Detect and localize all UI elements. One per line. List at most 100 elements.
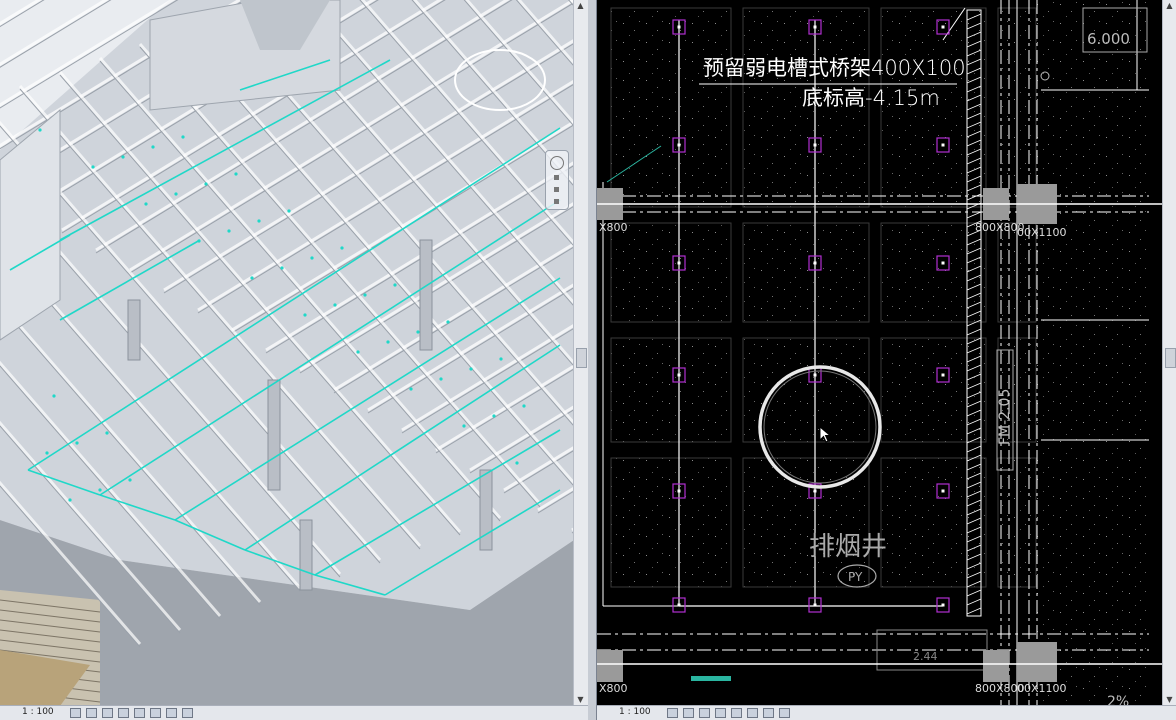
- tray-node: [522, 404, 526, 408]
- tray-node: [363, 293, 367, 297]
- scroll-up-arrow-icon[interactable]: ▲: [576, 1, 585, 11]
- scroll-down-arrow-icon[interactable]: ▼: [576, 695, 585, 705]
- right-view-control-bar: 1 : 100: [597, 705, 1176, 720]
- hide-isolate-icon[interactable]: [779, 708, 790, 718]
- lock-view-icon[interactable]: [166, 708, 177, 718]
- hanger-dot: [941, 25, 945, 29]
- zoom-icon[interactable]: [554, 187, 559, 192]
- hanger-dot: [677, 603, 681, 607]
- visual-style-icon[interactable]: [86, 708, 97, 718]
- shadows-icon[interactable]: [118, 708, 129, 718]
- right-slab-panel: [1037, 0, 1149, 706]
- tray-node: [52, 394, 56, 398]
- detail-level-icon[interactable]: [70, 708, 81, 718]
- lock-view-icon[interactable]: [763, 708, 774, 718]
- tray-node: [204, 182, 208, 186]
- tray-node: [98, 488, 102, 492]
- column: [267, 379, 281, 491]
- tray-node: [409, 387, 413, 391]
- cable-tray-label[interactable]: 预留弱电槽式桥架400X100: [703, 56, 966, 80]
- steering-wheel-icon[interactable]: [550, 156, 564, 170]
- tray-node: [68, 498, 72, 502]
- elevation-label[interactable]: 底标高-4.15m: [802, 86, 940, 110]
- hanger-dot: [813, 373, 817, 377]
- hanger-dot: [941, 489, 945, 493]
- hanger-dot: [813, 603, 817, 607]
- beam-size-right[interactable]: 00X1100: [1017, 226, 1067, 239]
- show-crop-icon[interactable]: [747, 708, 758, 718]
- slab-panel: [880, 222, 987, 323]
- crop-view-icon[interactable]: [731, 708, 742, 718]
- scroll-down-arrow-icon[interactable]: ▼: [1165, 695, 1174, 705]
- left-vertical-scrollbar[interactable]: ▲ ▼: [573, 0, 588, 706]
- beam-size-left[interactable]: X800: [599, 221, 628, 234]
- column: [419, 239, 433, 351]
- tray-node: [287, 209, 291, 213]
- scroll-thumb[interactable]: [576, 348, 587, 368]
- shadows-icon[interactable]: [715, 708, 726, 718]
- building-3d-model[interactable]: [0, 0, 574, 706]
- scroll-up-arrow-icon[interactable]: ▲: [1165, 1, 1174, 11]
- orbit-icon[interactable]: [554, 199, 559, 204]
- tray-node: [227, 229, 231, 233]
- tray-node: [340, 246, 344, 250]
- tray-node: [310, 256, 314, 260]
- hanger-dot: [813, 25, 817, 29]
- shaft-tag[interactable]: PY: [848, 570, 863, 584]
- cad-floor-plan[interactable]: 预留弱电槽式桥架400X100 底标高-4.15m 排烟井 PY X800 80…: [597, 0, 1163, 706]
- slab-panel: [610, 7, 732, 208]
- pan-icon[interactable]: [554, 175, 559, 180]
- slab-panel: [610, 222, 732, 323]
- tray-node: [515, 461, 519, 465]
- beam-size-bottom-right[interactable]: 00X1100: [1017, 682, 1067, 695]
- left-3d-viewport[interactable]: ▲ ▼ 1 : 100: [0, 0, 589, 720]
- visual-style-icon[interactable]: [683, 708, 694, 718]
- splitter[interactable]: [588, 0, 596, 720]
- column: [299, 519, 313, 591]
- door-vertical-label[interactable]: FM-2.05: [997, 389, 1013, 445]
- navigation-bar[interactable]: [545, 150, 569, 210]
- view-scale[interactable]: 1 : 100: [619, 707, 651, 718]
- tray-node: [469, 367, 473, 371]
- column: [479, 469, 493, 551]
- bottom-dimension[interactable]: 2.44: [913, 650, 938, 663]
- scroll-thumb[interactable]: [1165, 348, 1176, 368]
- structural-column: [1017, 642, 1057, 682]
- tray-node: [280, 266, 284, 270]
- hanger-dot: [677, 143, 681, 147]
- hanger-dot: [941, 143, 945, 147]
- tray-node: [356, 350, 360, 354]
- tray-node: [499, 357, 503, 361]
- sun-path-icon[interactable]: [699, 708, 710, 718]
- tray-node: [105, 431, 109, 435]
- show-crop-icon[interactable]: [150, 708, 161, 718]
- tray-node: [439, 377, 443, 381]
- hide-isolate-icon[interactable]: [182, 708, 193, 718]
- tray-node: [45, 451, 49, 455]
- tray-node: [128, 478, 132, 482]
- structural-column: [597, 650, 623, 682]
- tray-node: [303, 313, 307, 317]
- tray-node: [462, 424, 466, 428]
- tray-node: [144, 202, 148, 206]
- beam-size-bottom-left[interactable]: X800: [599, 682, 628, 695]
- mouse-cursor-icon: [819, 426, 832, 443]
- top-right-elevation[interactable]: 6.000: [1087, 30, 1130, 48]
- right-cad-viewport[interactable]: 预留弱电槽式桥架400X100 底标高-4.15m 排烟井 PY X800 80…: [596, 0, 1176, 720]
- right-vertical-scrollbar[interactable]: ▲ ▼: [1162, 0, 1176, 706]
- tray-node: [174, 192, 178, 196]
- tray-node: [121, 155, 125, 159]
- tray-node: [257, 219, 261, 223]
- slab-panel: [610, 457, 732, 588]
- view-scale[interactable]: 1 : 100: [22, 707, 54, 718]
- sun-path-icon[interactable]: [102, 708, 113, 718]
- slab-panel: [742, 222, 870, 323]
- detail-level-icon[interactable]: [667, 708, 678, 718]
- tray-node: [492, 414, 496, 418]
- slab-panel: [742, 337, 870, 443]
- tray-node: [181, 135, 185, 139]
- crop-view-icon[interactable]: [134, 708, 145, 718]
- tray-node: [393, 283, 397, 287]
- smoke-shaft-label[interactable]: 排烟井: [809, 532, 887, 562]
- green-marker: [691, 676, 731, 681]
